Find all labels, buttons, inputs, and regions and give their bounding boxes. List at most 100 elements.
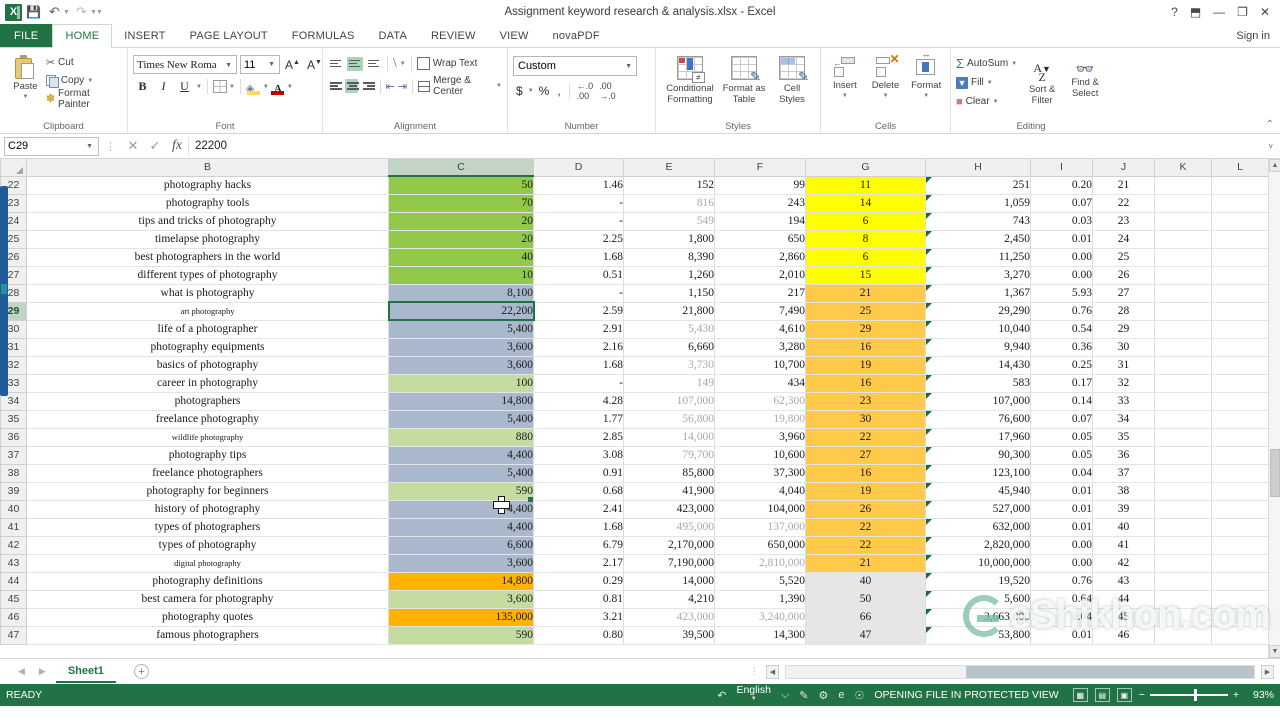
cell-H47[interactable]: 53,800: [925, 626, 1031, 645]
cell-I41[interactable]: 0.01: [1030, 518, 1093, 537]
cell-G45[interactable]: 50: [805, 590, 926, 609]
cell-B36[interactable]: wildlife photography: [26, 428, 389, 447]
cell-H26[interactable]: 11,250: [925, 248, 1031, 267]
cell-E42[interactable]: 2,170,000: [623, 536, 715, 555]
cell-G47[interactable]: 47: [805, 626, 926, 645]
cell-G35[interactable]: 30: [805, 410, 926, 429]
cell-C27[interactable]: 10: [388, 266, 534, 285]
cell-F39[interactable]: 4,040: [714, 482, 806, 501]
cell-B32[interactable]: basics of photography: [26, 356, 389, 375]
undo-icon[interactable]: ↶: [45, 3, 64, 22]
cell-K24[interactable]: [1154, 212, 1212, 231]
cell-D33[interactable]: -: [533, 374, 624, 393]
cell-E34[interactable]: 107,000: [623, 392, 715, 411]
insert-cells-button[interactable]: ← Insert ▼: [826, 54, 864, 102]
zoom-track[interactable]: [1149, 689, 1228, 702]
cell-E28[interactable]: 1,150: [623, 284, 715, 303]
insert-dropdown-icon[interactable]: ▼: [842, 91, 848, 102]
cell-B30[interactable]: life of a photographer: [26, 320, 389, 339]
cell-D35[interactable]: 1.77: [533, 410, 624, 429]
cell-L45[interactable]: [1211, 590, 1269, 609]
cell-C42[interactable]: 6,600: [388, 536, 534, 555]
copy-button[interactable]: Copy ▼: [45, 72, 122, 89]
cell-J43[interactable]: 42: [1092, 554, 1155, 573]
cell-B41[interactable]: types of photographers: [26, 518, 389, 537]
cell-F31[interactable]: 3,280: [714, 338, 806, 357]
cell-E26[interactable]: 8,390: [623, 248, 715, 267]
cell-D24[interactable]: -: [533, 212, 624, 231]
cell-E23[interactable]: 816: [623, 194, 715, 213]
cell-I26[interactable]: 0.00: [1030, 248, 1093, 267]
cell-G31[interactable]: 16: [805, 338, 926, 357]
cell-L24[interactable]: [1211, 212, 1269, 231]
normal-view-icon[interactable]: ▦: [1072, 688, 1088, 702]
borders-icon[interactable]: [212, 80, 227, 93]
fill-handle[interactable]: [528, 497, 533, 502]
font-size-dropdown-icon[interactable]: ▼: [268, 61, 277, 68]
horizontal-scroll-thumb[interactable]: [966, 665, 1254, 678]
vertical-scroll-thumb[interactable]: [1270, 449, 1280, 497]
zoom-slider[interactable]: − +: [1139, 689, 1239, 702]
cell-G36[interactable]: 22: [805, 428, 926, 447]
cell-K25[interactable]: [1154, 230, 1212, 249]
cell-G24[interactable]: 6: [805, 212, 926, 231]
cell-K43[interactable]: [1154, 554, 1212, 573]
cell-D32[interactable]: 1.68: [533, 356, 624, 375]
cell-H23[interactable]: 1,059: [925, 194, 1031, 213]
undo-dropdown-icon[interactable]: ▼: [63, 9, 70, 16]
cell-C32[interactable]: 3,600: [388, 356, 534, 375]
cell-C30[interactable]: 5,400: [388, 320, 534, 339]
cell-C25[interactable]: 20: [388, 230, 534, 249]
cell-E29[interactable]: 21,800: [623, 302, 715, 321]
cell-G22[interactable]: 11: [805, 176, 926, 195]
column-header-D[interactable]: D: [533, 159, 624, 177]
cell-F30[interactable]: 4,610: [714, 320, 806, 339]
cell-C26[interactable]: 40: [388, 248, 534, 267]
cell-B42[interactable]: types of photography: [26, 536, 389, 555]
cell-F41[interactable]: 137,000: [714, 518, 806, 537]
expand-formula-bar-icon[interactable]: ˅: [1268, 142, 1276, 151]
cell-K41[interactable]: [1154, 518, 1212, 537]
cell-B26[interactable]: best photographers in the world: [26, 248, 389, 267]
cell-G25[interactable]: 8: [805, 230, 926, 249]
cell-F33[interactable]: 434: [714, 374, 806, 393]
cell-B34[interactable]: photographers: [26, 392, 389, 411]
cell-C36[interactable]: 880: [388, 428, 534, 447]
cell-L37[interactable]: [1211, 446, 1269, 465]
zoom-percentage[interactable]: 93%: [1246, 689, 1274, 701]
scroll-right-icon[interactable]: ▶: [1261, 664, 1274, 679]
cell-J28[interactable]: 27: [1092, 284, 1155, 303]
currency-dropdown-icon[interactable]: ▼: [528, 88, 534, 94]
cell-B43[interactable]: digital photography: [26, 554, 389, 573]
name-box-dropdown-icon[interactable]: ▼: [86, 143, 95, 150]
row-header[interactable]: 47: [0, 625, 27, 645]
increase-indent-icon[interactable]: ⇥: [398, 80, 407, 93]
cell-I34[interactable]: 0.14: [1030, 392, 1093, 411]
cell-J46[interactable]: 45: [1092, 608, 1155, 627]
cell-I44[interactable]: 0.76: [1030, 572, 1093, 591]
column-header-B[interactable]: B: [26, 159, 389, 177]
cell-J36[interactable]: 35: [1092, 428, 1155, 447]
cell-C41[interactable]: 4,400: [388, 518, 534, 537]
cell-F38[interactable]: 37,300: [714, 464, 806, 483]
cut-button[interactable]: ✂ Cut: [46, 54, 122, 71]
browser-icon[interactable]: e: [838, 689, 844, 701]
close-icon[interactable]: ✕: [1260, 5, 1270, 19]
cell-F45[interactable]: 1,390: [714, 590, 806, 609]
percent-format-button[interactable]: %: [536, 84, 553, 98]
cell-styles-button[interactable]: ✎ Cell Styles: [771, 54, 813, 105]
scroll-up-icon[interactable]: ▲: [1269, 159, 1280, 172]
cell-H33[interactable]: 583: [925, 374, 1031, 393]
cell-C29[interactable]: 22,200: [387, 301, 535, 321]
cell-B37[interactable]: photography tips: [26, 446, 389, 465]
format-as-table-button[interactable]: ✎ Format as Table: [719, 54, 769, 105]
autosum-button[interactable]: Σ AutoSum ▼: [956, 55, 1017, 72]
tab-file[interactable]: FILE: [0, 24, 53, 47]
cell-J40[interactable]: 39: [1092, 500, 1155, 519]
sheet-tab-sheet1[interactable]: Sheet1: [55, 661, 116, 683]
select-all-corner[interactable]: [0, 159, 27, 177]
save-icon[interactable]: 💾: [24, 3, 43, 22]
cell-I38[interactable]: 0.04: [1030, 464, 1093, 483]
fill-color-dropdown-icon[interactable]: ▼: [263, 84, 269, 90]
cell-D42[interactable]: 6.79: [533, 536, 624, 555]
